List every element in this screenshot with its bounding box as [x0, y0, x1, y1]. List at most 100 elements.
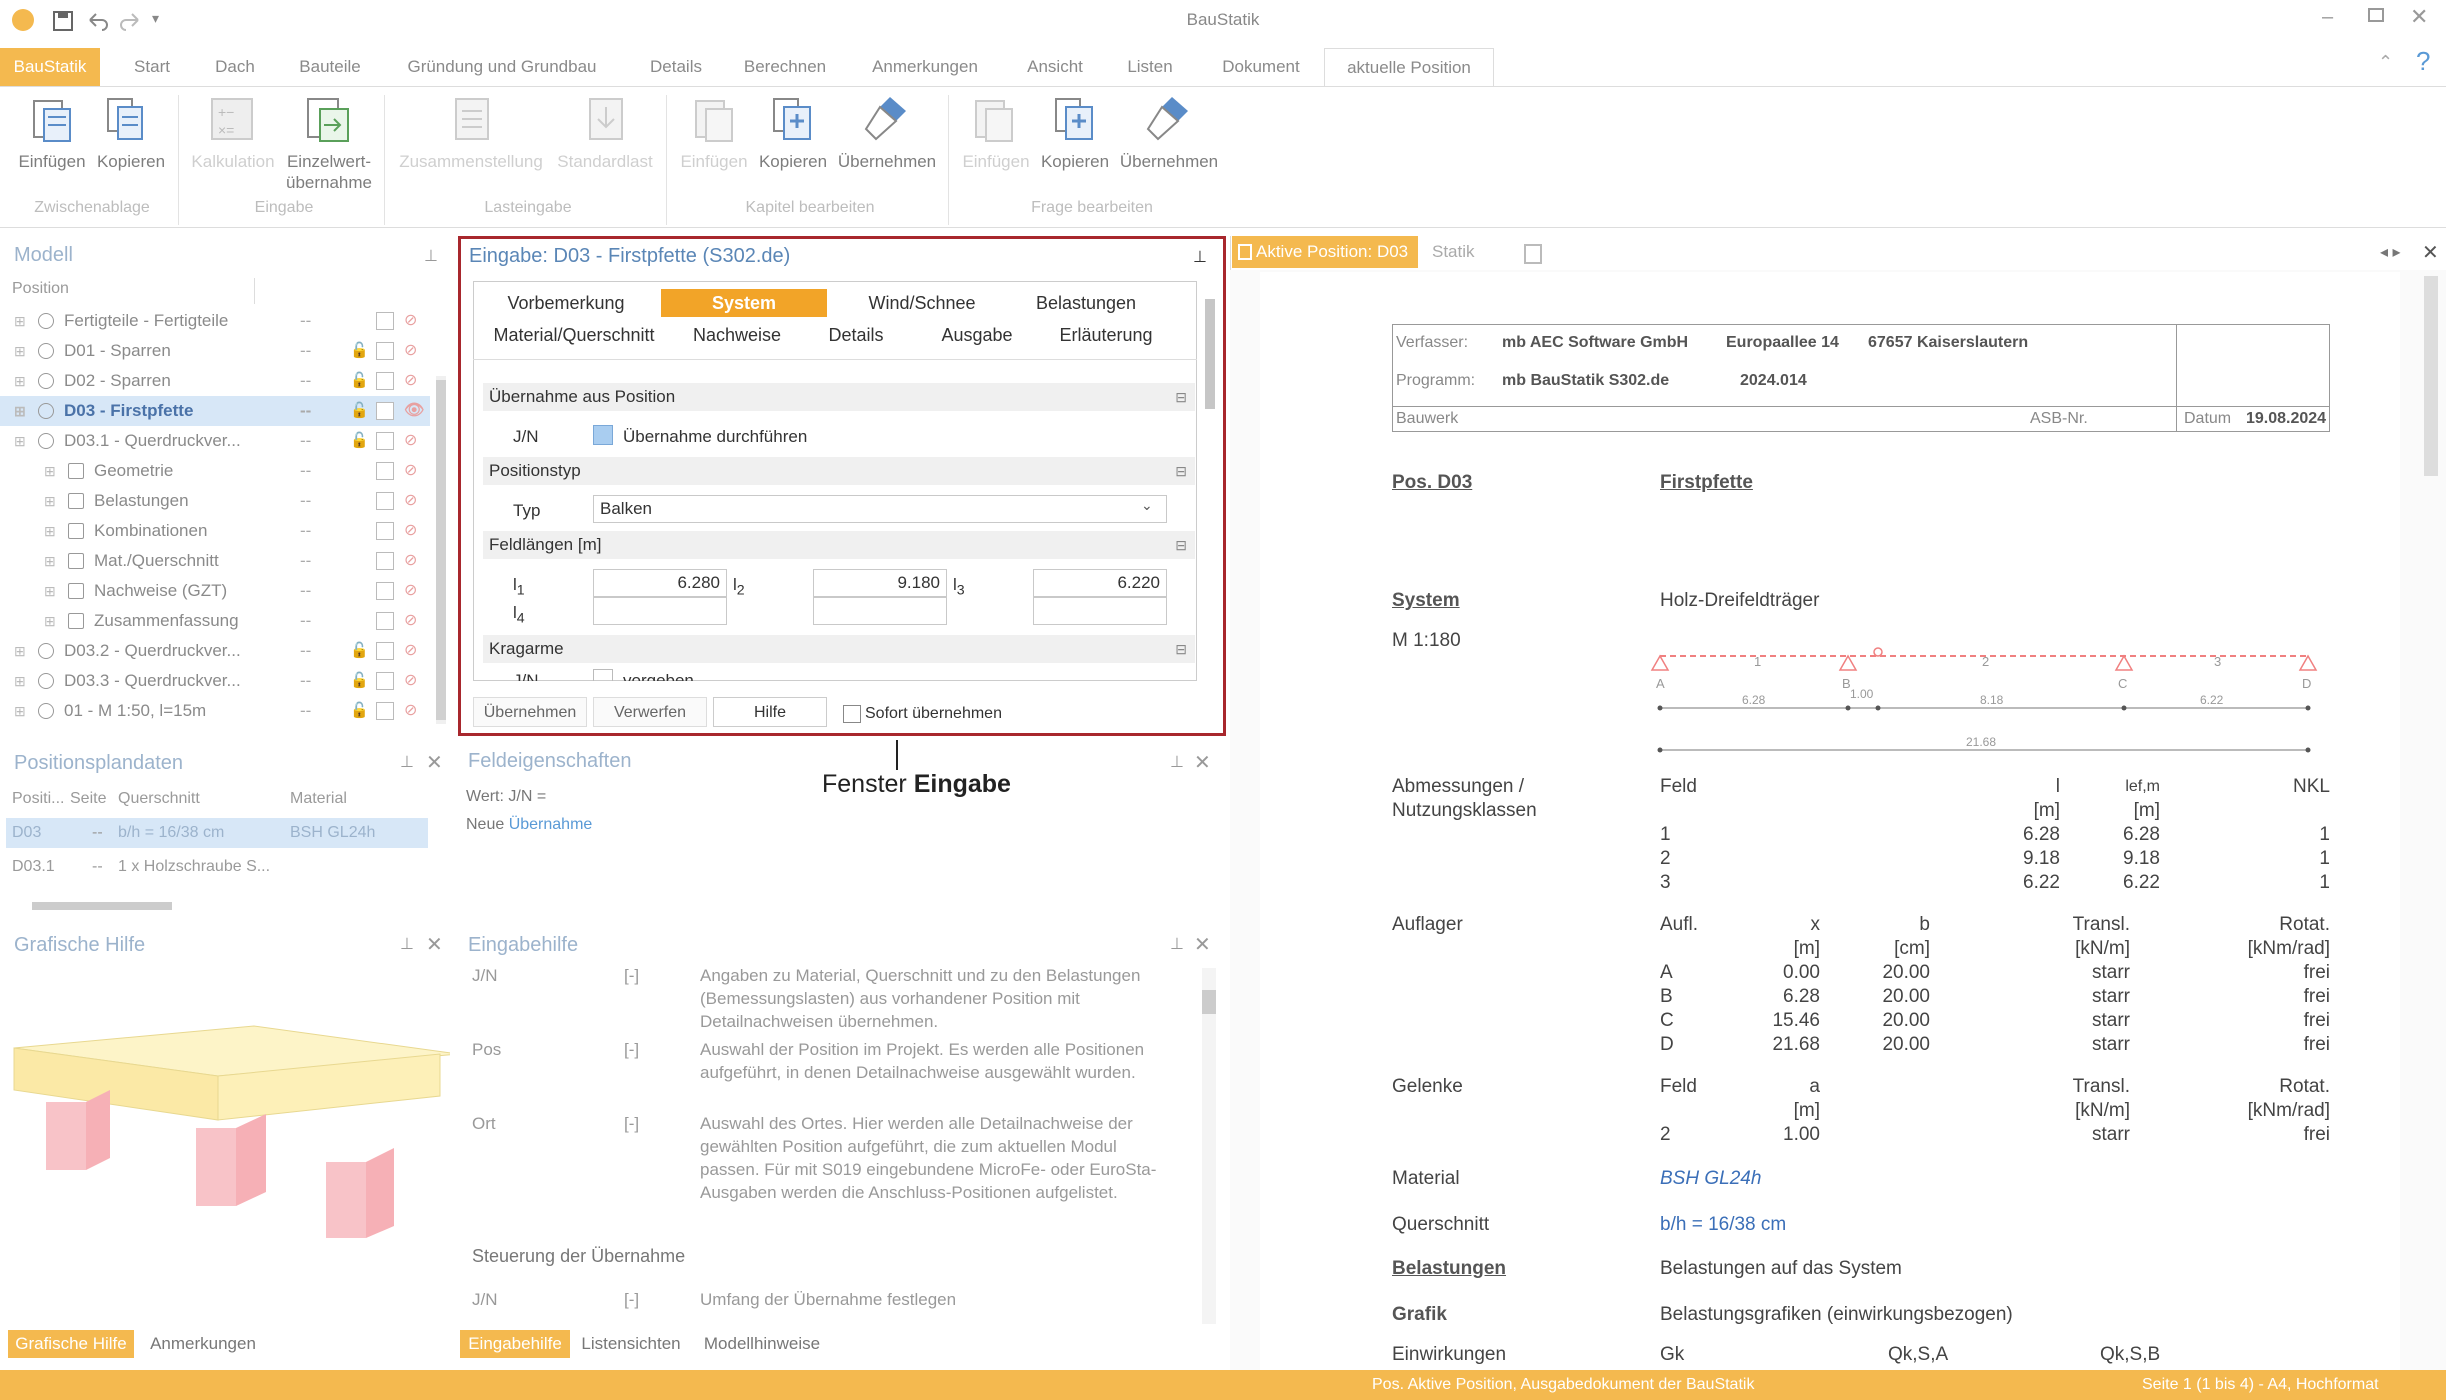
expand-icon[interactable]: ⊞	[14, 636, 26, 666]
collapse-icon[interactable]: ⊟	[1175, 635, 1187, 663]
expand-icon[interactable]: ⊞	[14, 426, 26, 456]
grafische-hilfe-pin-icon[interactable]: ⊥	[400, 934, 414, 954]
uebernahme-checkbox[interactable]	[593, 425, 613, 445]
l4-input[interactable]	[593, 597, 727, 625]
tree-item-checkbox[interactable]	[376, 312, 394, 330]
collapse-icon[interactable]: ⊟	[1175, 531, 1187, 559]
visibility-icon[interactable]: ⊘	[404, 366, 417, 396]
tree-item-checkbox[interactable]	[376, 672, 394, 690]
ribbon-tab-ansicht[interactable]: Ansicht	[1016, 48, 1094, 86]
lock-icon[interactable]: 🔓	[350, 366, 369, 396]
visibility-icon[interactable]: 👁	[404, 396, 424, 426]
einfuegen-button[interactable]: Einfügen	[14, 151, 90, 172]
tree-item[interactable]: ⊞ Mat./Querschnitt -- ⊘	[0, 546, 430, 576]
lock-icon[interactable]: 🔓	[350, 696, 369, 726]
collapse-ribbon-icon[interactable]: ⌃	[2378, 52, 2393, 73]
tree-item[interactable]: ⊞ D01 - Sparren -- 🔓 ⊘	[0, 336, 430, 366]
expand-icon[interactable]: ⊞	[14, 306, 26, 336]
tree-item[interactable]: ⊞ D03.1 - Querdruckver... -- 🔓 ⊘	[0, 426, 430, 456]
ribbon-tab-details[interactable]: Details	[636, 48, 716, 86]
uebernehmen-button[interactable]: Übernehmen	[473, 697, 587, 727]
lock-icon[interactable]: 🔓	[350, 636, 369, 666]
sofort-checkbox[interactable]	[843, 705, 861, 723]
feld-pin-icon[interactable]: ⊥	[1170, 752, 1184, 772]
ribbon-tab-baustatik[interactable]: BauStatik	[0, 48, 100, 86]
tree-item[interactable]: ⊞ Belastungen -- ⊘	[0, 486, 430, 516]
tab-ausgabe[interactable]: Ausgabe	[927, 321, 1027, 349]
visibility-icon[interactable]: ⊘	[404, 636, 417, 666]
eingabe-scrollbar[interactable]	[1205, 299, 1215, 409]
expand-icon[interactable]: ⊞	[14, 366, 26, 396]
ribbon-tab-gruendung[interactable]: Gründung und Grundbau	[396, 48, 608, 86]
tab-anmerkungen[interactable]: Anmerkungen	[140, 1330, 266, 1358]
tab-material-querschnitt[interactable]: Material/Querschnitt	[489, 321, 659, 349]
lock-icon[interactable]: 🔓	[350, 396, 369, 426]
l6-input[interactable]	[1033, 597, 1167, 625]
feld-close-icon[interactable]: ✕	[1194, 750, 1211, 775]
tree-item[interactable]: ⊞ Zusammenfassung -- ⊘	[0, 606, 430, 636]
doc-tab-statik[interactable]: Statik	[1432, 242, 1475, 262]
expand-icon[interactable]: ⊞	[14, 666, 26, 696]
tree-item[interactable]: ⊞ D02 - Sparren -- 🔓 ⊘	[0, 366, 430, 396]
eingabehilfe-close-icon[interactable]: ✕	[1194, 932, 1211, 957]
tree-item-checkbox[interactable]	[376, 552, 394, 570]
visibility-icon[interactable]: ⊘	[404, 576, 417, 606]
kapitel-kopieren-button[interactable]: Kopieren	[754, 151, 832, 172]
tree-item-checkbox[interactable]	[376, 402, 394, 420]
ribbon-tab-dokument[interactable]: Dokument	[1208, 48, 1314, 86]
tab-belastungen[interactable]: Belastungen	[1021, 289, 1151, 317]
help-icon[interactable]: ?	[2416, 46, 2430, 77]
tree-item-checkbox[interactable]	[376, 702, 394, 720]
collapse-icon[interactable]: ⊟	[1175, 457, 1187, 485]
expand-icon[interactable]: ⊞	[44, 576, 56, 606]
visibility-icon[interactable]: ⊘	[404, 486, 417, 516]
ribbon-tab-aktuelle-position[interactable]: aktuelle Position	[1324, 48, 1494, 86]
expand-icon[interactable]: ⊞	[44, 516, 56, 546]
doc-prev-icon[interactable]: ◂ ▸	[2380, 242, 2401, 262]
tree-item-checkbox[interactable]	[376, 642, 394, 660]
expand-icon[interactable]: ⊞	[14, 396, 26, 426]
tree-item-checkbox[interactable]	[376, 372, 394, 390]
frage-einfuegen-button[interactable]: Einfügen	[958, 151, 1034, 172]
collapse-icon[interactable]: ⊟	[1175, 383, 1187, 411]
ribbon-tab-bauteile[interactable]: Bauteile	[290, 48, 370, 86]
tab-system[interactable]: System	[661, 289, 827, 317]
hilfe-button[interactable]: Hilfe	[713, 697, 827, 727]
positionsplan-pin-icon[interactable]: ⊥	[400, 752, 414, 772]
positionsplan-close-icon[interactable]: ✕	[426, 750, 443, 775]
modell-pin-icon[interactable]: ⊥	[424, 246, 438, 266]
eingabehilfe-pin-icon[interactable]: ⊥	[1170, 934, 1184, 954]
frage-kopieren-button[interactable]: Kopieren	[1036, 151, 1114, 172]
visibility-icon[interactable]: ⊘	[404, 696, 417, 726]
ribbon-tab-anmerkungen[interactable]: Anmerkungen	[862, 48, 988, 86]
lock-icon[interactable]: 🔓	[350, 336, 369, 366]
eingabehilfe-scrollbar[interactable]	[1202, 968, 1216, 1324]
l5-input[interactable]	[813, 597, 947, 625]
eingabe-pin-icon[interactable]: ⊥	[1193, 247, 1207, 267]
tab-wind-schnee[interactable]: Wind/Schnee	[857, 289, 987, 317]
ribbon-tab-listen[interactable]: Listen	[1118, 48, 1182, 86]
tab-nachweise[interactable]: Nachweise	[685, 321, 789, 349]
tree-item-checkbox[interactable]	[376, 522, 394, 540]
tab-grafische-hilfe[interactable]: Grafische Hilfe	[8, 1330, 134, 1358]
ribbon-tab-dach[interactable]: Dach	[204, 48, 266, 86]
frage-uebernehmen-button[interactable]: Übernehmen	[1116, 151, 1222, 172]
kragarme-checkbox[interactable]	[593, 669, 613, 681]
tree-item[interactable]: ⊞ 01 - M 1:50, l=15m -- 🔓 ⊘	[0, 696, 430, 726]
doc-scrollbar[interactable]	[2424, 276, 2438, 476]
lock-icon[interactable]: 🔓	[350, 426, 369, 456]
new-doc-icon[interactable]	[1524, 244, 1542, 264]
tab-eingabehilfe[interactable]: Eingabehilfe	[460, 1330, 570, 1358]
einzelwert-button[interactable]: Einzelwert- übernahme	[282, 151, 376, 193]
tree-item[interactable]: ⊞ Nachweise (GZT) -- ⊘	[0, 576, 430, 606]
expand-icon[interactable]: ⊞	[14, 696, 26, 726]
section-positionstyp[interactable]: Positionstyp ⊟	[483, 457, 1195, 485]
expand-icon[interactable]: ⊞	[44, 486, 56, 516]
grafische-hilfe-close-icon[interactable]: ✕	[426, 932, 443, 957]
modell-scrollbar[interactable]	[436, 376, 446, 724]
tree-item[interactable]: ⊞ Fertigteile - Fertigteile -- ⊘	[0, 306, 430, 336]
tab-listensichten[interactable]: Listensichten	[576, 1330, 686, 1358]
tree-item[interactable]: ⊞ Geometrie -- ⊘	[0, 456, 430, 486]
visibility-icon[interactable]: ⊘	[404, 606, 417, 636]
visibility-icon[interactable]: ⊘	[404, 426, 417, 456]
